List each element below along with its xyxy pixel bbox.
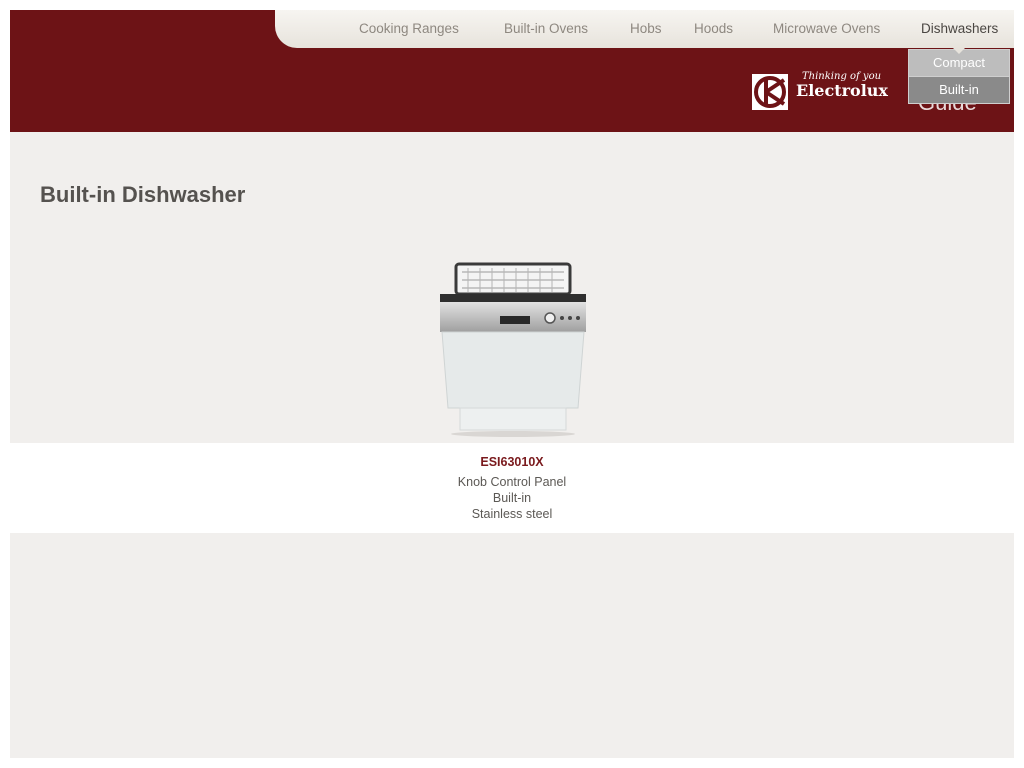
dropdown-item-built-in[interactable]: Built-in xyxy=(908,76,1010,104)
product-spec-finish: Stainless steel xyxy=(471,507,553,521)
product-spec-type: Built-in xyxy=(492,491,532,505)
electrolux-logo-icon xyxy=(752,74,788,110)
nav-built-in-ovens[interactable]: Built-in Ovens xyxy=(504,21,588,36)
product-model[interactable]: ESI63010X xyxy=(10,455,1014,469)
top-nav: Cooking Ranges Built-in Ovens Hobs Hoods… xyxy=(275,10,1014,48)
product-info: ESI63010X Knob Control Panel Built-in St… xyxy=(10,443,1014,533)
dishwashers-dropdown: Compact Built-in xyxy=(908,48,1010,104)
header-banner: Cooking Ranges Built-in Ovens Hobs Hoods… xyxy=(10,10,1014,132)
page-frame: Cooking Ranges Built-in Ovens Hobs Hoods… xyxy=(10,10,1014,758)
brand-name: Electrolux xyxy=(796,81,888,100)
nav-dishwashers[interactable]: Dishwashers xyxy=(921,21,998,36)
dishwasher-image[interactable] xyxy=(428,260,598,440)
product-spec-control: Knob Control Panel xyxy=(457,475,567,489)
nav-microwave-ovens[interactable]: Microwave Ovens xyxy=(773,21,880,36)
nav-hobs[interactable]: Hobs xyxy=(630,21,662,36)
nav-cooking-ranges[interactable]: Cooking Ranges xyxy=(359,21,459,36)
page-title: Built-in Dishwasher xyxy=(40,182,246,207)
nav-hoods[interactable]: Hoods xyxy=(694,21,733,36)
dropdown-caret-icon xyxy=(953,48,965,54)
